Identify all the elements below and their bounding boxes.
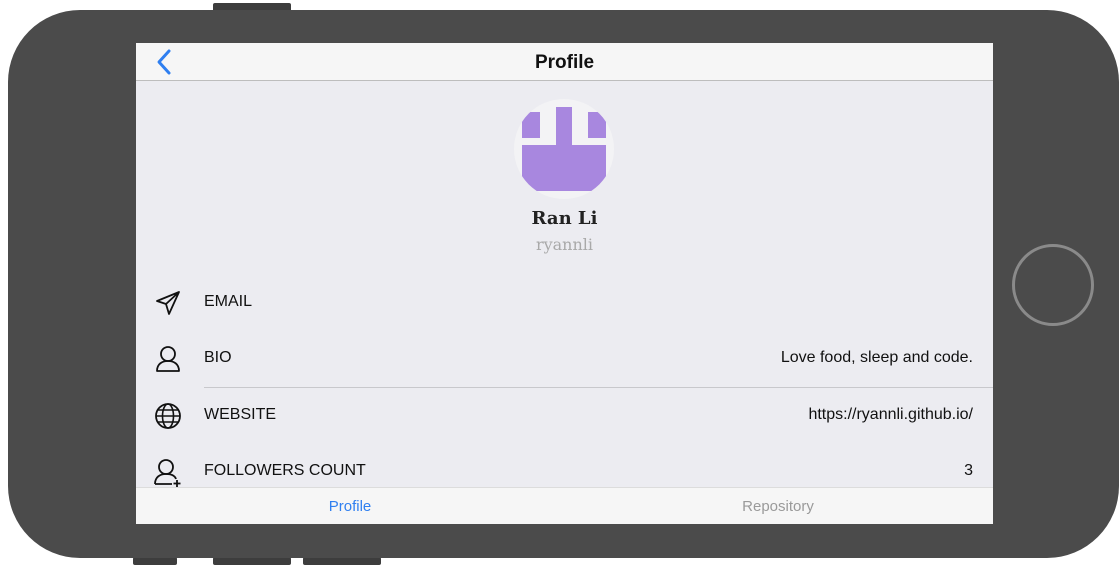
info-row-label: WEBSITE: [204, 406, 277, 423]
stage: Profile Ran Li ryannli EMAIL BIO Love fo…: [0, 0, 1119, 567]
tab-repository[interactable]: Repository: [564, 488, 992, 524]
globe-icon: [155, 403, 181, 429]
profile-name: Ran Li: [531, 208, 598, 229]
device-side-button-bottom-2: [213, 557, 291, 565]
info-row-bio[interactable]: BIO Love food, sleep and code.: [136, 331, 993, 387]
device-side-button-bottom-3: [303, 557, 381, 565]
info-row-value: 3: [964, 462, 973, 479]
avatar: [514, 99, 614, 199]
info-row-label: BIO: [204, 349, 232, 366]
user-plus-icon: [154, 459, 181, 487]
info-row-website[interactable]: WEBSITE https://ryannli.github.io/: [136, 388, 993, 444]
device-side-button-bottom-1: [133, 557, 177, 565]
profile-login: ryannli: [535, 235, 594, 254]
info-row-value: https://ryannli.github.io/: [808, 406, 973, 423]
info-row-email[interactable]: EMAIL: [136, 275, 993, 331]
info-row-label: FOLLOWERS COUNT: [204, 462, 366, 479]
user-icon: [156, 346, 180, 372]
info-row-label: EMAIL: [204, 293, 253, 310]
home-button[interactable]: [1012, 244, 1094, 326]
navigation-bar: Profile: [136, 43, 993, 81]
send-icon: [156, 291, 180, 315]
tab-profile[interactable]: Profile: [136, 488, 564, 524]
tab-bar: Profile Repository: [136, 487, 993, 524]
info-row-value: Love food, sleep and code.: [780, 349, 973, 366]
app-screen: Profile Ran Li ryannli EMAIL BIO Love fo…: [136, 43, 993, 524]
page-title: Profile: [534, 52, 595, 73]
